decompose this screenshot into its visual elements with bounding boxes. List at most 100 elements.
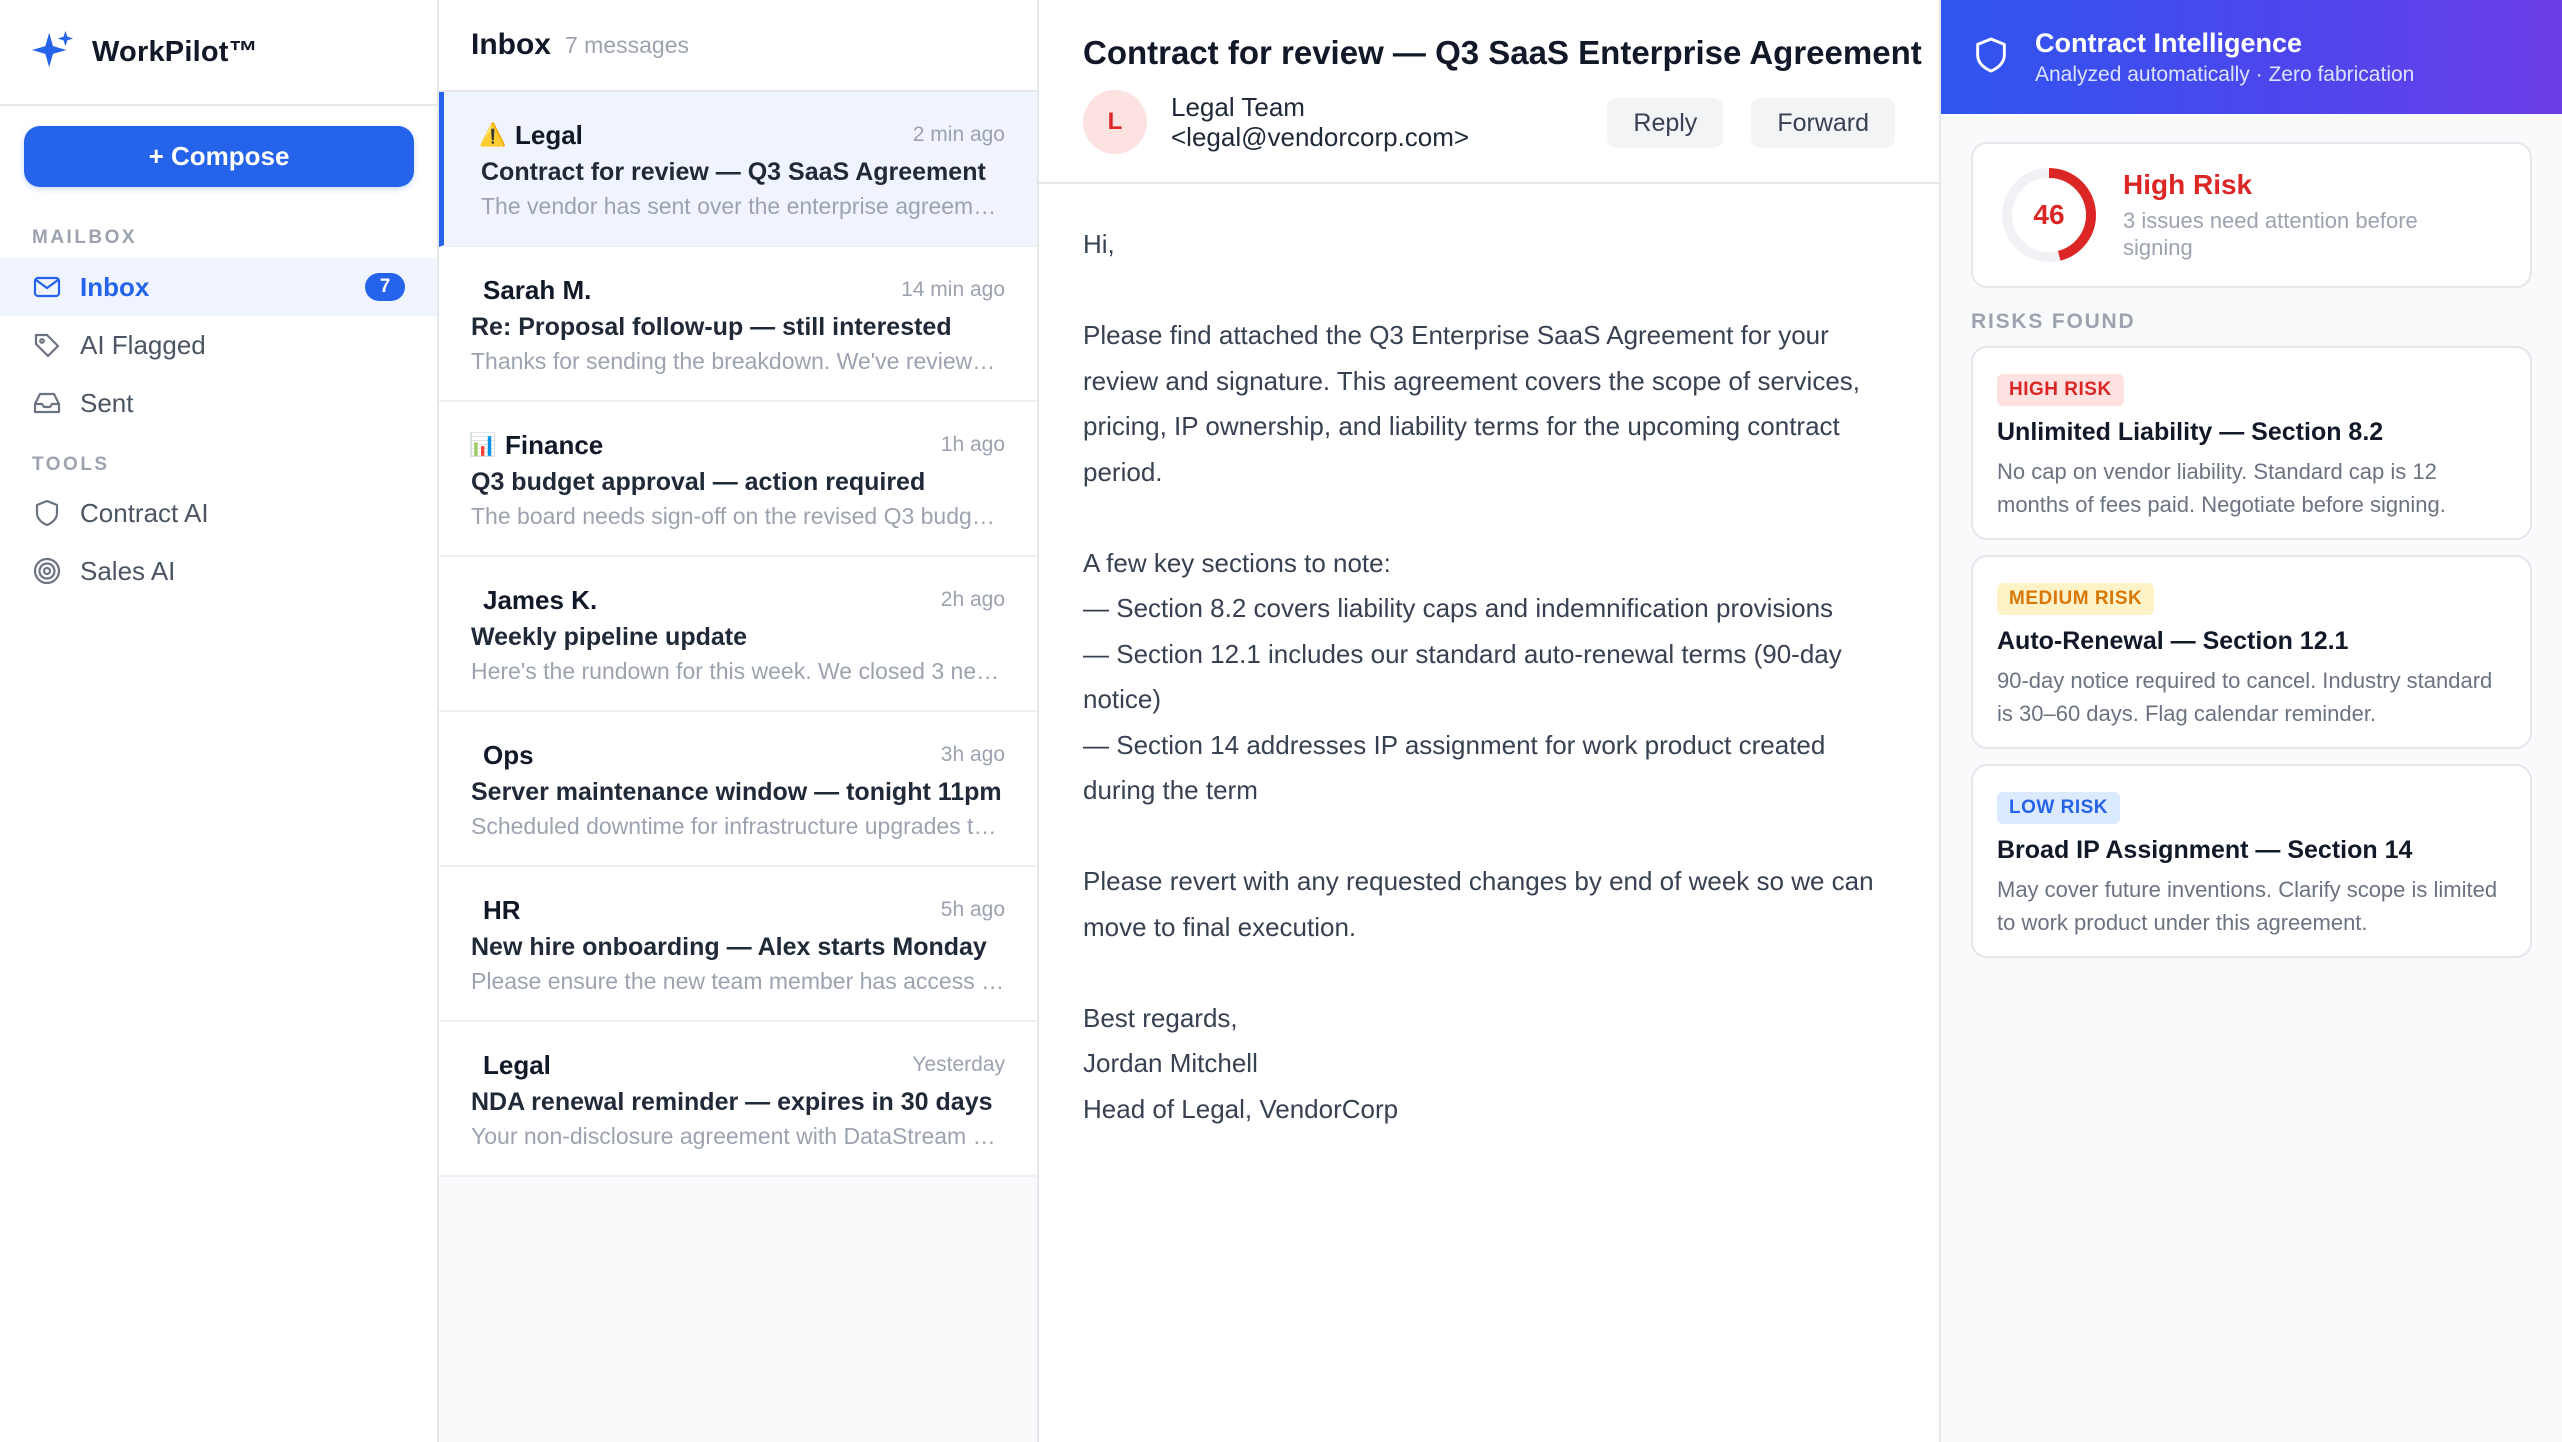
message-item[interactable]: Sarah M. 14 min ago Re: Proposal follow-u… <box>439 247 1037 402</box>
compose-button[interactable]: + Compose <box>24 126 414 187</box>
message-time: 5h ago <box>940 898 1005 921</box>
message-subject: Q3 budget approval — action required <box>471 468 926 496</box>
intelligence-subtitle: Analyzed automatically · Zero fabricatio… <box>2035 62 2415 86</box>
mail-icon <box>32 272 62 302</box>
brand: WorkPilot™ <box>0 0 437 106</box>
warning-icon: ⚠️ <box>479 122 507 147</box>
sidebar: WorkPilot™ + Compose MAILBOX Inbox 7 AI … <box>0 0 439 1442</box>
risk-card[interactable]: HIGH RISK Unlimited Liability — Section … <box>1971 346 2532 540</box>
message-preview: Please ensure the new team member has ac… <box>471 968 1005 994</box>
message-subject: NDA renewal reminder — expires in 30 day… <box>471 1088 993 1116</box>
sidebar-item-ai-flagged[interactable]: AI Flagged <box>0 316 437 374</box>
sidebar-item-sent[interactable]: Sent <box>0 374 437 432</box>
risk-title: Broad IP Assignment — Section 14 <box>1997 836 2413 864</box>
message-time: 2 min ago <box>912 123 1005 146</box>
message-preview: Here's the rundown for this week. We clo… <box>471 658 1005 684</box>
message-item[interactable]: HR 5h ago New hire onboarding — Alex star… <box>439 867 1037 1022</box>
sidebar-item-inbox[interactable]: Inbox 7 <box>0 258 437 316</box>
email-paragraph: — Section 8.2 covers liability caps and … <box>1083 593 1834 623</box>
risk-summary: 3 issues need attention before signing <box>2123 208 2418 260</box>
app-name: WorkPilot™ <box>92 35 258 68</box>
risk-note: May cover future inventions. Clarify sco… <box>1997 877 2498 935</box>
message-sender: Ops <box>483 739 534 770</box>
sender-info: Legal Team <legal@vendorcorp.com> <box>1171 92 1469 152</box>
contract-intelligence-panel: Contract Intelligence Analyzed automatic… <box>1941 0 2562 1442</box>
risk-note: 90-day notice required to cancel. Indust… <box>1997 668 2493 726</box>
sidebar-item-label: AI Flagged <box>80 329 206 360</box>
message-preview: Scheduled downtime for infrastructure up… <box>471 813 1005 839</box>
target-icon <box>32 556 62 586</box>
message-item[interactable]: James K. 2h ago Weekly pipeline update He… <box>439 557 1037 712</box>
message-list: Inbox 7 messages ⚠️ Legal 2 min ago Contra… <box>439 0 1039 1442</box>
sender-address: <legal@vendorcorp.com> <box>1171 122 1470 152</box>
risk-tag: HIGH RISK <box>1997 374 2124 406</box>
reading-pane: Contract for review — Q3 SaaS Enterprise… <box>1039 0 1941 1442</box>
message-item[interactable]: Ops 3h ago Server maintenance window — to… <box>439 712 1037 867</box>
intelligence-title: Contract Intelligence <box>2035 27 2303 58</box>
intelligence-header: Contract Intelligence Analyzed automatic… <box>1941 0 2562 114</box>
message-item[interactable]: 📊 Finance 1h ago Q3 budget approval — acti… <box>439 402 1037 557</box>
forward-button[interactable]: Forward <box>1751 98 1895 148</box>
shield-icon <box>32 498 62 528</box>
message-count: 7 messages <box>565 31 690 58</box>
message-sender: Sarah M. <box>483 274 592 305</box>
message-subject: Weekly pipeline update <box>471 623 748 651</box>
email-paragraph: Please revert with any requested changes… <box>1083 866 1874 942</box>
sidebar-item-label: Contract AI <box>80 497 209 528</box>
email-body: Hi, Please find attached the Q3 Enterpris… <box>1039 184 1939 1132</box>
message-item[interactable]: ⚠️ Legal 2 min ago Contract for review — Q… <box>439 92 1037 247</box>
message-subject: Server maintenance window — tonight 11pm <box>471 778 1002 806</box>
risk-score-gauge: 46 <box>1999 165 2099 265</box>
sparkle-logo-icon <box>30 27 76 78</box>
risks-section-label: RISKS FOUND <box>1971 310 2136 333</box>
risk-score-value: 46 <box>2033 199 2065 230</box>
risk-card[interactable]: LOW RISK Broad IP Assignment — Section 1… <box>1971 764 2532 958</box>
sidebar-item-contract-ai[interactable]: Contract AI <box>0 484 437 542</box>
message-preview: The board needs sign-off on the revised … <box>471 503 1005 529</box>
risk-tag: MEDIUM RISK <box>1997 583 2155 615</box>
risk-tag: LOW RISK <box>1997 792 2120 824</box>
email-paragraph: Jordan Mitchell <box>1083 1048 1258 1078</box>
risk-note: No cap on vendor liability. Standard cap… <box>1997 459 2446 517</box>
tag-icon <box>32 330 62 360</box>
sidebar-item-label: Sent <box>80 387 134 418</box>
email-paragraph: Please find attached the Q3 Enterprise S… <box>1083 320 1861 487</box>
risk-card[interactable]: MEDIUM RISK Auto-Renewal — Section 12.1 … <box>1971 555 2532 749</box>
message-sender: Legal <box>483 1049 551 1080</box>
message-sender: James K. <box>483 584 598 615</box>
message-preview: Thanks for sending the breakdown. We've … <box>471 348 1005 374</box>
message-time: 1h ago <box>940 433 1005 456</box>
sidebar-item-label: Sales AI <box>80 555 176 586</box>
email-actions: Reply Forward <box>1607 98 1895 148</box>
list-header: Inbox 7 messages <box>439 0 1037 92</box>
shield-icon <box>1971 35 2011 80</box>
email-paragraph: A few key sections to note: <box>1083 547 1391 578</box>
message-sender: HR <box>483 894 521 925</box>
sidebar-item-label: Inbox <box>80 271 150 302</box>
email-subject: Contract for review — Q3 SaaS Enterprise… <box>1083 34 1922 71</box>
message-sender: ⚠️ Legal <box>479 119 583 150</box>
tools-section-label: TOOLS <box>32 454 110 475</box>
message-time: 2h ago <box>940 588 1005 611</box>
message-item[interactable]: Legal Yesterday NDA renewal reminder — ex… <box>439 1022 1037 1177</box>
sidebar-item-sales-ai[interactable]: Sales AI <box>0 542 437 600</box>
message-sender: 📊 Finance <box>469 429 604 460</box>
avatar: L <box>1083 90 1147 154</box>
risk-level: High Risk <box>2123 169 2253 200</box>
message-time: 3h ago <box>940 743 1005 766</box>
email-paragraph: Best regards, <box>1083 1002 1238 1033</box>
message-preview: The vendor has sent over the enterprise … <box>481 193 1005 219</box>
unread-count-badge: 7 <box>365 273 405 301</box>
email-header: Contract for review — Q3 SaaS Enterprise… <box>1039 0 1939 184</box>
message-time: 14 min ago <box>901 278 1005 301</box>
email-paragraph: Hi, <box>1083 229 1115 259</box>
email-paragraph: Head of Legal, VendorCorp <box>1083 1093 1399 1124</box>
reply-button[interactable]: Reply <box>1607 98 1724 148</box>
message-subject: Re: Proposal follow-up — still intereste… <box>471 313 952 341</box>
message-subject: New hire onboarding — Alex starts Monday <box>471 933 987 961</box>
message-time: Yesterday <box>912 1053 1005 1076</box>
email-paragraph: — Section 14 addresses IP assignment for… <box>1083 729 1826 806</box>
risk-score-card: 46 High Risk 3 issues need attention bef… <box>1971 142 2532 288</box>
